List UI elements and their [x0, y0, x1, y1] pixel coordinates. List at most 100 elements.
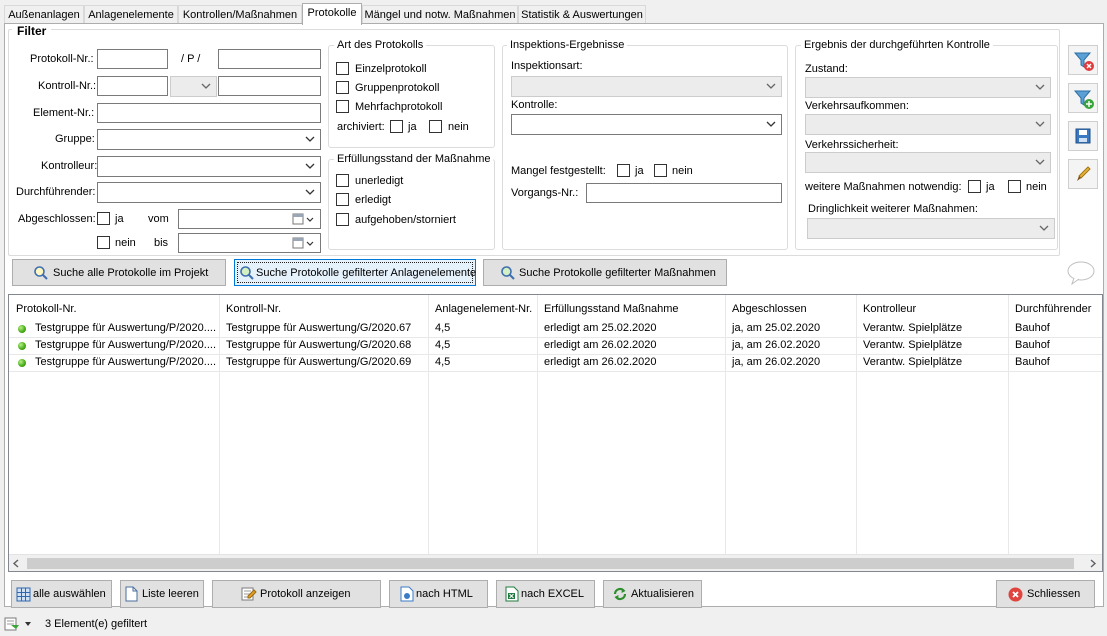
schliessen-button[interactable]: Schliessen — [996, 580, 1095, 608]
horizontal-scrollbar[interactable] — [9, 554, 1102, 571]
art-des-protokolls-title: Art des Protokolls — [334, 39, 427, 51]
filter-remove-icon — [1073, 52, 1094, 71]
clear-filter-button[interactable] — [1068, 45, 1098, 75]
mangel-nein-checkbox[interactable] — [654, 164, 667, 177]
nach-html-button[interactable]: nach HTML — [389, 580, 488, 608]
dringlichkeit-combo[interactable] — [807, 218, 1055, 239]
alle-auswaehlen-button[interactable]: alle auswählen — [11, 580, 112, 608]
cell-erfuellungsstand: erledigt am 25.02.2020 — [544, 322, 657, 334]
abgeschlossen-nein-checkbox[interactable] — [97, 236, 110, 249]
tab-aussenanlagen[interactable]: Außenanlagen — [4, 5, 84, 24]
filter-add-icon — [1073, 90, 1094, 109]
weitere-ja-checkbox[interactable] — [968, 180, 981, 193]
dringlichkeit-label: Dringlichkeit weiterer Maßnahmen: — [808, 203, 978, 215]
cell-anlagenelement-nr: 4,5 — [435, 356, 451, 368]
aufgehoben-checkbox[interactable] — [336, 213, 349, 226]
mangel-nein-label: nein — [672, 165, 693, 177]
protokoll-nr-input[interactable] — [97, 49, 168, 69]
mehrfachprotokoll-checkbox[interactable] — [336, 100, 349, 113]
kontrolle-combo[interactable] — [511, 114, 782, 135]
cell-durchfuehrender: Bauhof — [1015, 322, 1050, 334]
html-file-icon — [400, 586, 414, 602]
erledigt-checkbox[interactable] — [336, 193, 349, 206]
gruppenprotokoll-label: Gruppenprotokoll — [355, 82, 440, 94]
add-filter-button[interactable] — [1068, 83, 1098, 113]
tab-anlagenelemente[interactable]: Anlagenelemente — [84, 5, 178, 24]
arrow-left-icon[interactable] — [12, 559, 20, 568]
inspektions-ergebnisse-title: Inspektions-Ergebnisse — [507, 39, 628, 51]
tab-kontrollen-massnahmen[interactable]: Kontrollen/Maßnahmen — [178, 5, 302, 24]
bis-label: bis — [154, 237, 169, 249]
verkehrssicherheit-combo[interactable] — [805, 152, 1051, 173]
schliessen-label: Schliessen — [1027, 588, 1081, 600]
zustand-label: Zustand: — [805, 63, 848, 75]
mangel-ja-checkbox[interactable] — [617, 164, 630, 177]
abgeschlossen-ja-checkbox[interactable] — [97, 212, 110, 225]
einzelprotokoll-label: Einzelprotokoll — [355, 63, 427, 75]
zustand-combo[interactable] — [805, 77, 1051, 98]
column-header-abgeschlossen[interactable]: Abgeschlossen — [725, 295, 856, 323]
cell-erfuellungsstand: erledigt am 26.02.2020 — [544, 356, 657, 368]
column-header-protokoll-nr[interactable]: Protokoll-Nr. — [9, 295, 219, 323]
bis-date-picker[interactable] — [178, 233, 321, 253]
gruppenprotokoll-checkbox[interactable] — [336, 81, 349, 94]
edit-button[interactable] — [1068, 159, 1098, 189]
durchfuehrender-combo[interactable] — [97, 182, 321, 203]
kontrolleur-label: Kontrolleur: — [41, 160, 98, 172]
element-nr-input[interactable] — [97, 103, 321, 123]
suche-alle-protokolle-button[interactable]: Suche alle Protokolle im Projekt — [12, 259, 226, 286]
archiviert-nein-checkbox[interactable] — [429, 120, 442, 133]
table-row[interactable]: Testgruppe für Auswertung/P/2020.... Tes… — [9, 320, 1102, 337]
vorgangs-nr-input[interactable] — [586, 183, 782, 203]
liste-leeren-button[interactable]: Liste leeren — [120, 580, 204, 608]
chevron-down-icon — [766, 121, 776, 127]
verkehrsaufkommen-label: Verkehrsaufkommen: — [805, 100, 909, 112]
unerledigt-checkbox[interactable] — [336, 174, 349, 187]
table-row[interactable]: Testgruppe für Auswertung/P/2020.... Tes… — [9, 337, 1102, 354]
suche-massnahmen-button[interactable]: Suche Protokolle gefilterter Maßnahmen — [483, 259, 727, 286]
column-header-durchfuehrender[interactable]: Durchführender — [1008, 295, 1102, 323]
status-dot-icon — [18, 325, 26, 333]
einzelprotokoll-checkbox[interactable] — [336, 62, 349, 75]
column-header-kontrolleur[interactable]: Kontrolleur — [856, 295, 1008, 323]
column-header-kontroll-nr[interactable]: Kontroll-Nr. — [219, 295, 428, 323]
abgeschlossen-label: Abgeschlossen: — [18, 213, 96, 225]
weitere-nein-checkbox[interactable] — [1008, 180, 1021, 193]
kontroll-nr-label: Kontroll-Nr.: — [38, 80, 97, 92]
tab-statistik[interactable]: Statistik & Auswertungen — [518, 5, 646, 24]
status-dot-icon — [18, 342, 26, 350]
inspektionsart-combo[interactable] — [511, 76, 782, 97]
comment-button[interactable] — [1066, 260, 1096, 286]
cell-abgeschlossen: ja, am 25.02.2020 — [732, 322, 821, 334]
vom-date-picker[interactable] — [178, 209, 321, 229]
verkehrsaufkommen-combo[interactable] — [805, 114, 1051, 135]
nach-excel-button[interactable]: nach EXCEL — [496, 580, 595, 608]
gruppe-combo[interactable] — [97, 129, 321, 150]
cell-durchfuehrender: Bauhof — [1015, 339, 1050, 351]
cell-anlagenelement-nr: 4,5 — [435, 339, 451, 351]
archiviert-ja-checkbox[interactable] — [390, 120, 403, 133]
column-header-erfuellungsstand[interactable]: Erfüllungsstand Maßnahme — [537, 295, 725, 323]
scrollbar-thumb[interactable] — [27, 558, 1074, 569]
protokoll-nr-suffix-input[interactable] — [218, 49, 321, 69]
cell-kontroll-nr: Testgruppe für Auswertung/G/2020.67 — [226, 322, 412, 334]
tab-maengel[interactable]: Mängel und notw. Maßnahmen — [362, 5, 518, 24]
kontroll-nr-suffix-input[interactable] — [218, 76, 321, 96]
status-text: 3 Element(e) gefiltert — [45, 618, 148, 630]
protokoll-anzeigen-button[interactable]: Protokoll anzeigen — [212, 580, 381, 608]
tab-protokolle[interactable]: Protokolle — [302, 3, 362, 25]
suche-anlagenelemente-button[interactable]: Suche Protokolle gefilterter Anlagenelem… — [234, 259, 476, 286]
table-row[interactable]: Testgruppe für Auswertung/P/2020.... Tes… — [9, 354, 1102, 371]
filter-dropdown-icon[interactable] — [4, 616, 34, 632]
save-filter-button[interactable] — [1068, 121, 1098, 151]
chevron-down-icon — [201, 83, 211, 89]
kontrolleur-combo[interactable] — [97, 156, 321, 177]
cell-abgeschlossen: ja, am 26.02.2020 — [732, 339, 821, 351]
abgeschlossen-ja-label: ja — [115, 213, 124, 225]
aktualisieren-label: Aktualisieren — [631, 588, 694, 600]
arrow-right-icon[interactable] — [1089, 559, 1097, 568]
kontroll-nr-input[interactable] — [97, 76, 168, 96]
kontroll-nr-type-combo[interactable] — [170, 76, 217, 97]
aktualisieren-button[interactable]: Aktualisieren — [603, 580, 702, 608]
column-header-anlagenelement-nr[interactable]: Anlagenelement-Nr. — [428, 295, 537, 323]
